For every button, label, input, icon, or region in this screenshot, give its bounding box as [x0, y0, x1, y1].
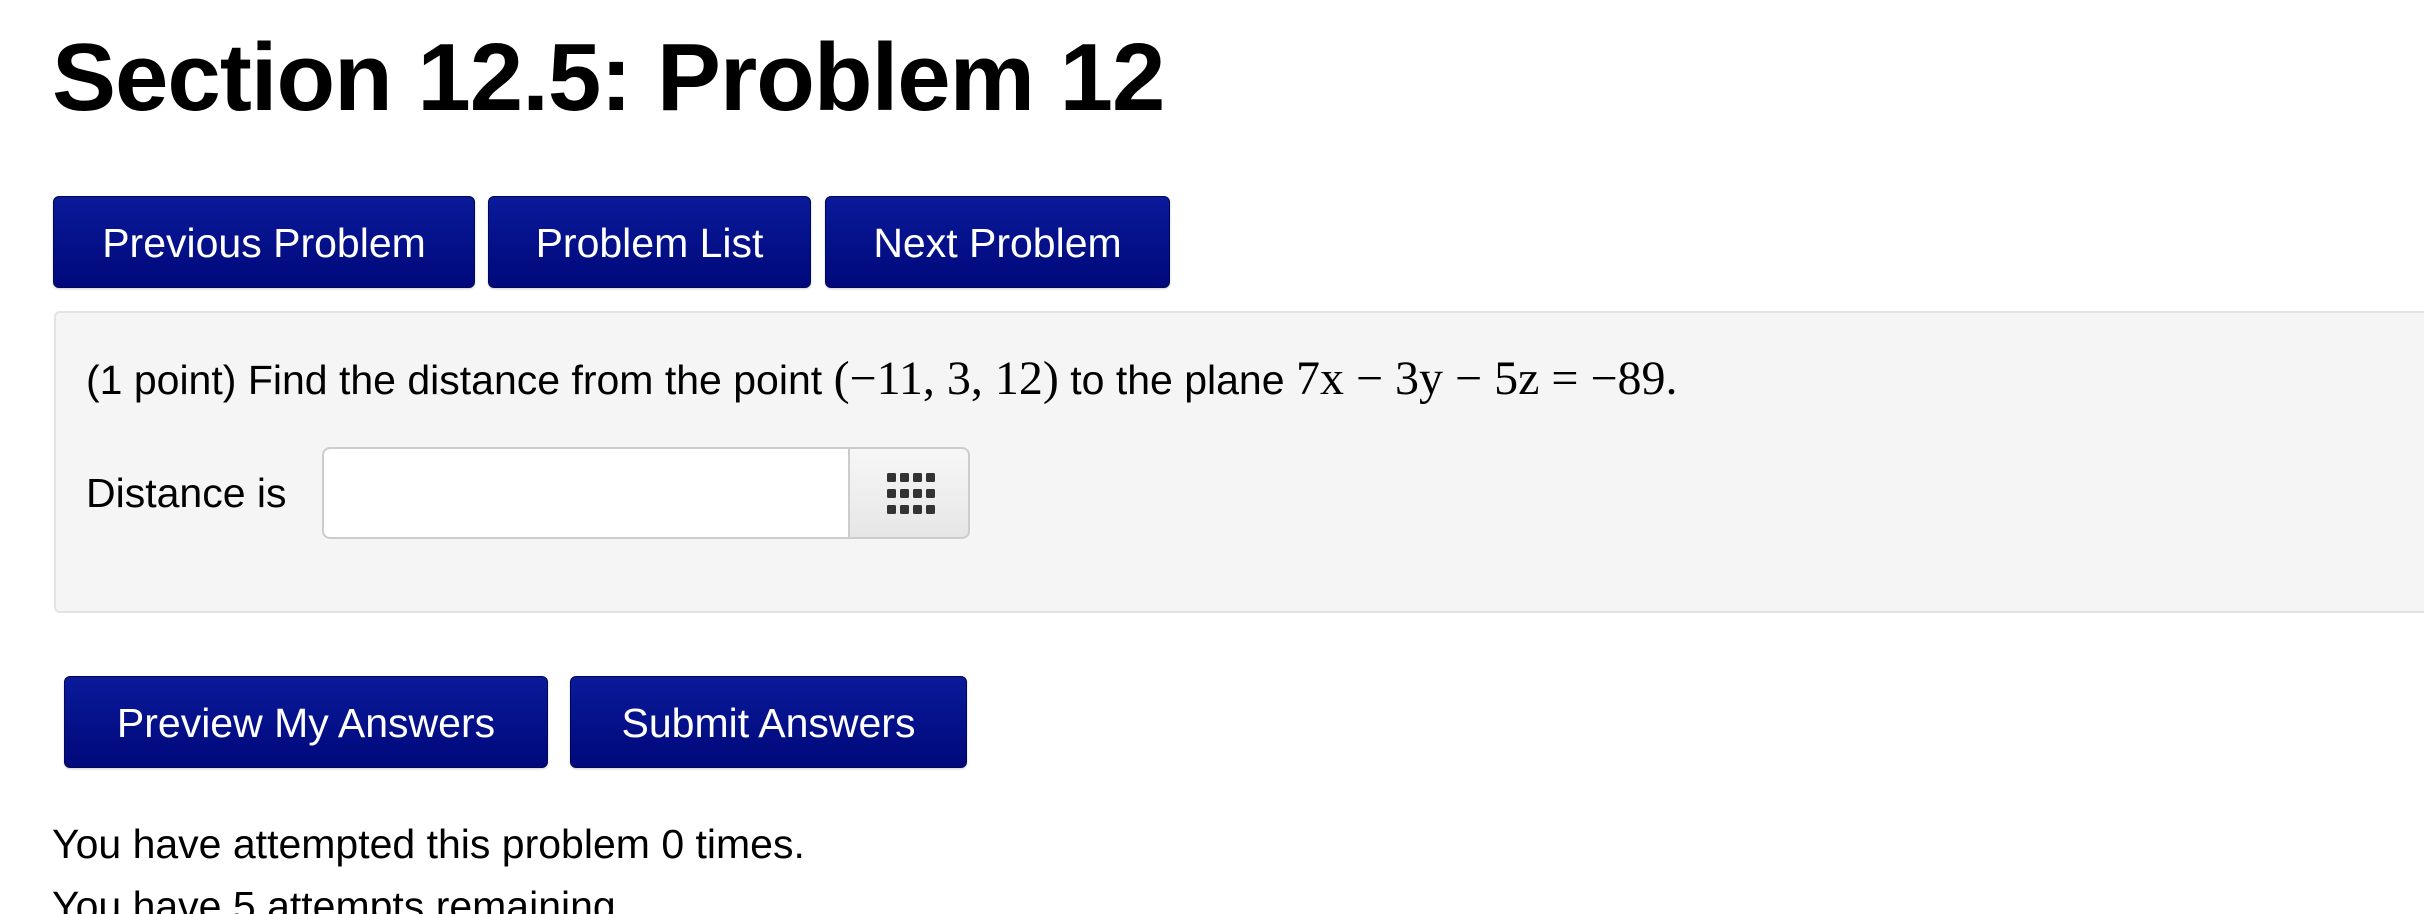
problem-plane-equation: 7x − 3y − 5z = −89.	[1295, 352, 1678, 405]
remaining-status: You have 5 attempts remaining.	[52, 883, 628, 914]
problem-prompt-start: Find the distance from the point	[247, 357, 823, 403]
distance-input[interactable]	[322, 447, 848, 539]
page-title: Section 12.5: Problem 12	[52, 24, 1165, 131]
grid-icon	[887, 473, 935, 514]
next-problem-button[interactable]: Next Problem	[825, 196, 1170, 288]
previous-problem-button[interactable]: Previous Problem	[53, 196, 475, 288]
submit-answers-button[interactable]: Submit Answers	[570, 676, 967, 768]
answer-label: Distance is	[86, 470, 287, 516]
problem-point: (−11, 3, 12)	[833, 352, 1059, 405]
problem-prompt-mid: to the plane	[1070, 357, 1285, 403]
problem-page: Section 12.5: Problem 12 Previous Proble…	[0, 0, 2424, 914]
attempts-status: You have attempted this problem 0 times.	[52, 821, 805, 867]
preview-answers-button[interactable]: Preview My Answers	[64, 676, 548, 768]
problem-points: (1 point)	[86, 357, 237, 403]
equation-palette-button[interactable]	[848, 447, 970, 539]
problem-statement: (1 point) Find the distance from the poi…	[86, 349, 1678, 410]
problem-box: (1 point) Find the distance from the poi…	[54, 311, 2424, 613]
problem-list-button[interactable]: Problem List	[488, 196, 811, 288]
